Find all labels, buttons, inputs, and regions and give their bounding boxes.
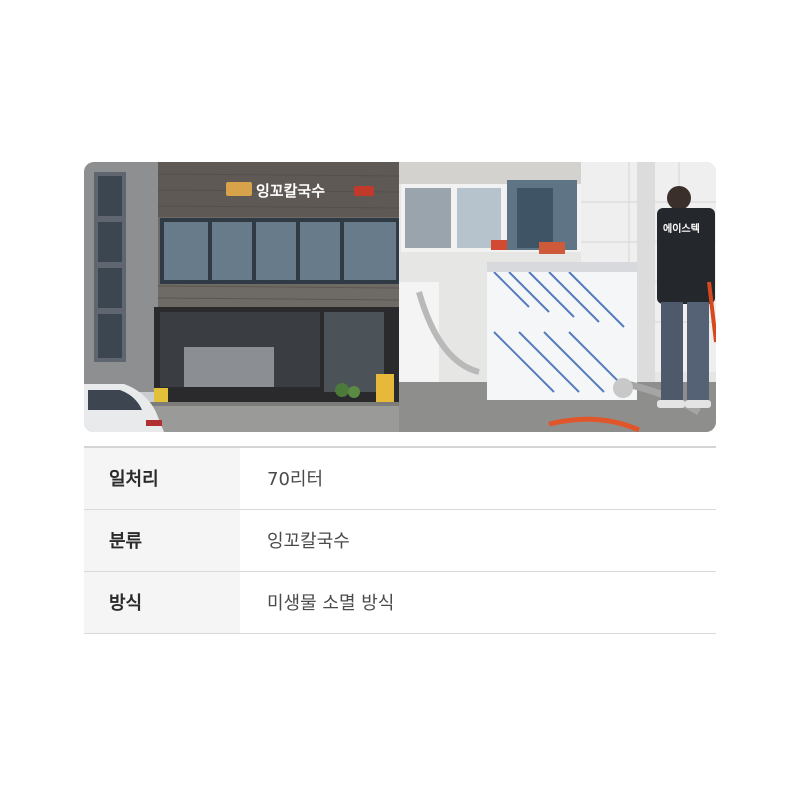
spec-table: 일처리 70리터 분류 잉꼬칼국수 방식 미생물 소멸 방식 xyxy=(84,446,716,634)
spec-label-category: 분류 xyxy=(84,508,240,571)
worker-jacket-text: 에이스텍 xyxy=(663,222,700,235)
installation-photos: 잉꼬칼국수 에이스텍 xyxy=(84,162,716,432)
table-row: 방식 미생물 소멸 방식 xyxy=(84,570,716,634)
table-row: 분류 잉꼬칼국수 xyxy=(84,508,716,571)
store-sign-text: 잉꼬칼국수 xyxy=(256,182,325,200)
spec-value-method: 미생물 소멸 방식 xyxy=(240,570,716,634)
spec-label-capacity: 일처리 xyxy=(84,446,240,509)
spec-value-capacity: 70리터 xyxy=(240,446,716,509)
table-row: 일처리 70리터 xyxy=(84,446,716,509)
product-detail-page: 잉꼬칼국수 에이스텍 일처리 70리터 분류 잉꼬칼국수 방식 미생물 소멸 방… xyxy=(0,0,800,800)
storefront-photo: 잉꼬칼국수 xyxy=(84,162,399,432)
spec-value-category: 잉꼬칼국수 xyxy=(240,508,716,571)
installation-photo: 에이스텍 xyxy=(399,162,716,432)
spec-label-method: 방식 xyxy=(84,570,240,634)
